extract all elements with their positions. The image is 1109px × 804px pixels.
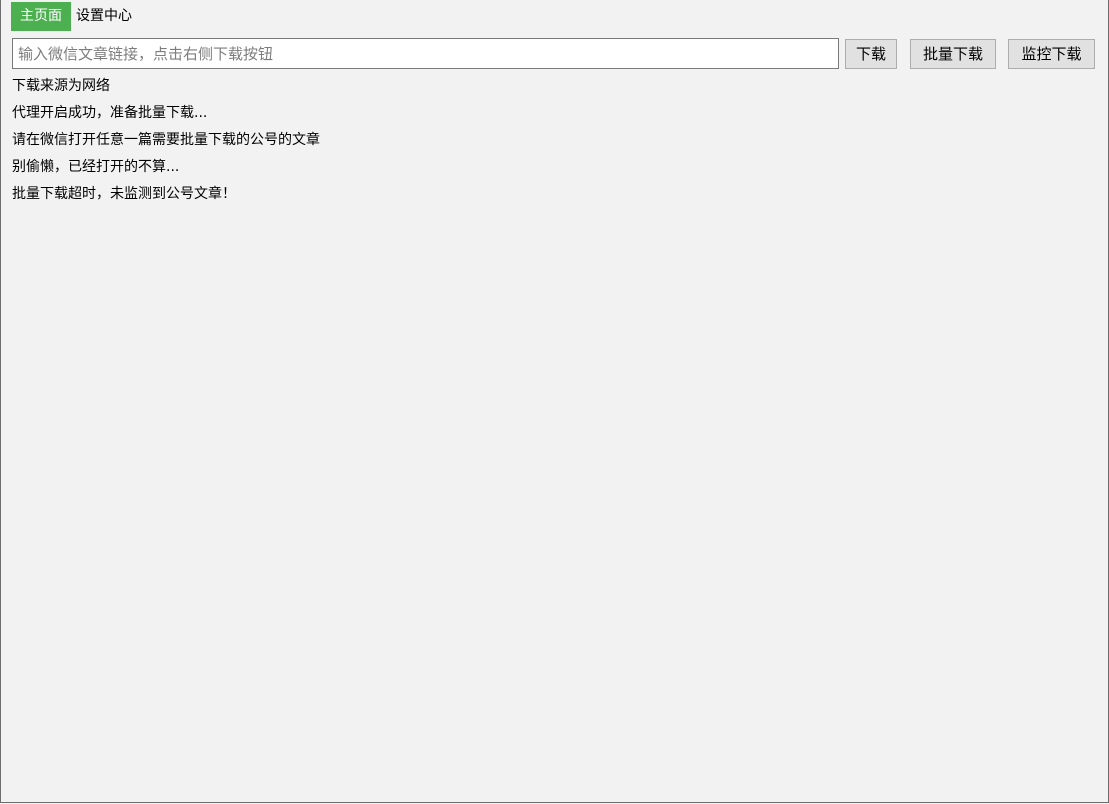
article-url-input[interactable] xyxy=(12,38,839,69)
log-line: 请在微信打开任意一篇需要批量下载的公号的文章 xyxy=(12,132,320,148)
log-line: 代理开启成功，准备批量下载... xyxy=(12,105,208,121)
log-line: 别偷懒，已经打开的不算... xyxy=(12,159,180,175)
tab-main-page[interactable]: 主页面 xyxy=(11,2,71,31)
status-log: 下载来源为网络 代理开启成功，准备批量下载... 请在微信打开任意一篇需要批量下… xyxy=(12,75,1092,210)
log-line: 下载来源为网络 xyxy=(12,78,110,94)
tab-settings-center[interactable]: 设置中心 xyxy=(71,2,136,31)
download-toolbar: 下载 批量下载 监控下载 xyxy=(12,38,1095,69)
batch-download-button[interactable]: 批量下载 xyxy=(910,39,996,69)
download-button[interactable]: 下载 xyxy=(845,39,897,69)
monitor-download-button[interactable]: 监控下载 xyxy=(1008,39,1095,69)
tab-bar: 主页面 设置中心 xyxy=(11,2,136,31)
log-line: 批量下载超时，未监测到公号文章！ xyxy=(12,186,236,202)
app-window: 主页面 设置中心 下载 批量下载 监控下载 下载来源为网络 代理开启成功，准备批… xyxy=(0,0,1109,803)
